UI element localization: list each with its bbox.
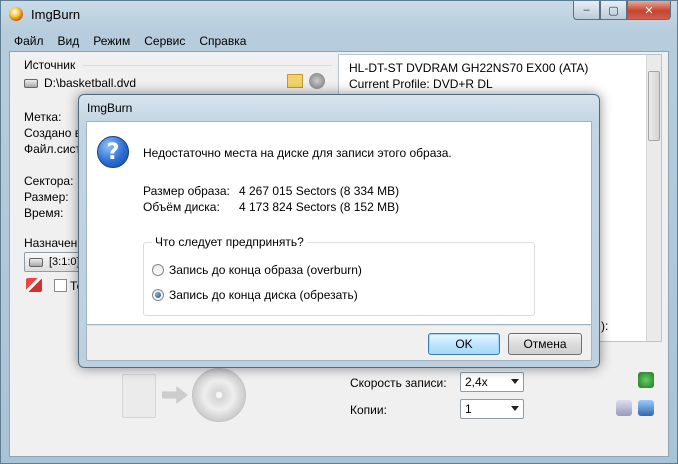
- window-controls: – ▢ ✕: [573, 1, 671, 20]
- scrollbar-thumb[interactable]: [648, 71, 660, 141]
- destination-drive-combo[interactable]: [3:1:0]: [24, 252, 84, 272]
- menu-mode[interactable]: Режим: [86, 34, 137, 48]
- disc-icon: [192, 368, 246, 422]
- write-action-graphic[interactable]: [118, 368, 248, 428]
- title-bar: ImgBurn – ▢ ✕: [1, 1, 677, 29]
- menu-file[interactable]: Файл: [7, 34, 51, 48]
- overburn-label: Запись до конца образа (overburn): [169, 263, 362, 277]
- disc-size-label: Объём диска:: [143, 200, 220, 214]
- drive-info-tail: ):: [601, 319, 609, 333]
- drive-icon: [29, 257, 43, 267]
- log-book-icon[interactable]: [638, 400, 654, 416]
- source-path-field[interactable]: D:\basketball.dvd: [24, 74, 324, 92]
- label-sectors: Сектора:: [24, 174, 74, 188]
- disc-size-value: 4 173 824 Sectors (8 152 MB): [239, 200, 400, 214]
- close-button[interactable]: ✕: [627, 1, 671, 20]
- maximize-button[interactable]: ▢: [600, 1, 627, 20]
- source-label: Источник: [24, 58, 76, 72]
- minimize-button[interactable]: –: [573, 1, 600, 20]
- destination-drive-value: [3:1:0]: [49, 256, 80, 268]
- question-icon: ?: [97, 136, 129, 168]
- overburn-radio[interactable]: [152, 264, 164, 276]
- copies-label: Копии:: [350, 403, 387, 417]
- action-choice-group: Что следует предпринять? Запись до конца…: [143, 235, 535, 316]
- ok-button[interactable]: OK: [428, 333, 500, 355]
- destination-label: Назначени: [24, 236, 84, 250]
- drive-profile-text: Current Profile: DVD+R DL: [349, 77, 493, 91]
- option-overburn[interactable]: Запись до конца образа (overburn): [152, 263, 362, 277]
- label-created: Создано в: [24, 126, 82, 140]
- source-group-line: [82, 65, 332, 66]
- copies-value: 1: [465, 402, 472, 416]
- browse-drive-icon[interactable]: [309, 73, 325, 89]
- dialog-button-bar: OK Отмена: [86, 325, 592, 361]
- imgburn-app-icon: [9, 7, 23, 21]
- label-metka: Метка:: [24, 110, 62, 124]
- label-fs: Файл.сист: [24, 142, 82, 156]
- copies-select[interactable]: 1: [460, 399, 524, 419]
- label-time: Время:: [24, 206, 64, 220]
- write-speed-label: Скорость записи:: [350, 376, 447, 390]
- write-speed-select[interactable]: 2,4x: [460, 372, 524, 392]
- cancel-button[interactable]: Отмена: [508, 333, 582, 355]
- test-mode-checkbox[interactable]: [54, 279, 67, 292]
- label-size: Размер:: [24, 190, 69, 204]
- menu-tools[interactable]: Сервис: [137, 34, 192, 48]
- image-file-icon: [122, 374, 156, 418]
- dialog-title: ImgBurn: [87, 101, 133, 115]
- source-path: D:\basketball.dvd: [44, 76, 137, 90]
- chevron-down-icon: [511, 379, 519, 384]
- option-truncate[interactable]: Запись до конца диска (обрезать): [152, 288, 358, 302]
- browse-folder-icon[interactable]: [287, 74, 303, 88]
- menu-view[interactable]: Вид: [51, 34, 87, 48]
- build-icon[interactable]: [638, 372, 654, 388]
- dialog-body: ? Недостаточно места на диске для записи…: [86, 121, 592, 325]
- drive-info-scrollbar[interactable]: [646, 55, 661, 341]
- insufficient-space-dialog: ImgBurn ? Недостаточно места на диске дл…: [78, 94, 600, 368]
- chevron-down-icon: [511, 406, 519, 411]
- image-size-label: Размер образа:: [143, 184, 230, 198]
- write-speed-value: 2,4x: [465, 375, 488, 389]
- verify-icon[interactable]: [616, 400, 632, 416]
- image-size-value: 4 267 015 Sectors (8 334 MB): [239, 184, 400, 198]
- drive-device-text: HL-DT-ST DVDRAM GH22NS70 EX00 (ATA): [349, 61, 589, 75]
- menu-help[interactable]: Справка: [192, 34, 253, 48]
- truncate-label: Запись до конца диска (обрезать): [169, 288, 358, 302]
- drive-icon: [24, 78, 38, 88]
- dialog-message: Недостаточно места на диске для записи э…: [143, 146, 452, 160]
- erase-disc-icon[interactable]: [26, 278, 42, 292]
- truncate-radio[interactable]: [152, 289, 164, 301]
- action-question: Что следует предпринять?: [152, 235, 307, 249]
- window-title: ImgBurn: [31, 7, 81, 22]
- arrow-right-icon: [162, 386, 188, 404]
- menu-bar: Файл Вид Режим Сервис Справка: [7, 31, 671, 51]
